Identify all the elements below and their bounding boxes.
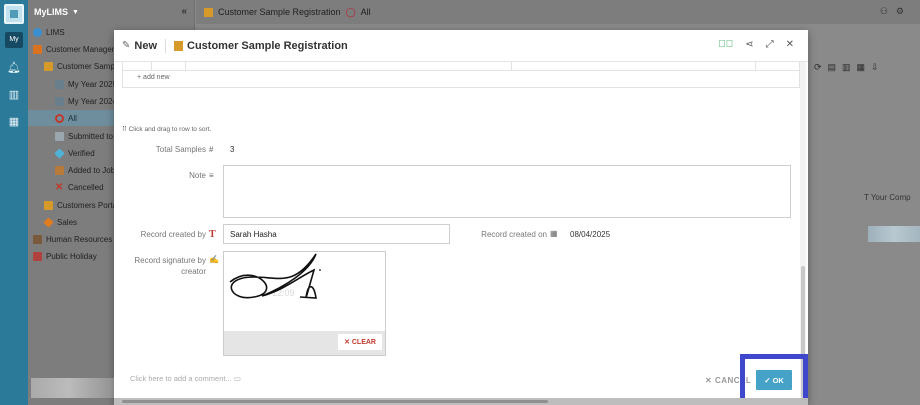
page-title: Customer Sample Registration	[218, 7, 341, 17]
tree-item-customers-portal[interactable]: Customers Portal	[44, 197, 119, 213]
tree-item-my-year-2024[interactable]: My Year 2024	[55, 93, 117, 109]
ring-icon: ◯	[345, 6, 356, 17]
horizontal-scrollbar[interactable]	[114, 398, 808, 405]
grid-line	[511, 62, 512, 70]
tree-item-human-resources[interactable]: Human Resources	[33, 231, 112, 247]
calendar-icon	[55, 79, 64, 89]
chart-icon[interactable]: ▥	[0, 88, 28, 101]
signature-footer: ✕ CLEAR	[224, 331, 385, 355]
background-toolbar: ⟳▤▥▦⇩	[814, 62, 885, 72]
grid-line	[123, 70, 801, 71]
total-samples-label: Total Samples	[155, 145, 206, 154]
badge-icon	[33, 44, 42, 54]
tree-item-customer-sample[interactable]: Customer Sample	[44, 58, 121, 74]
grid-line	[185, 62, 186, 70]
expand-icon[interactable]: ⤢	[766, 39, 774, 50]
check-circle-icon[interactable]: ✓⃝	[718, 39, 733, 50]
grid-line	[151, 62, 152, 70]
app-logo-icon[interactable]	[4, 4, 24, 24]
modal-title: Customer Sample Registration	[187, 39, 348, 52]
signature-label: Record signature by creator	[134, 256, 206, 276]
calendar-icon[interactable]: ▦	[0, 115, 28, 128]
signature-icon: ✍	[209, 255, 219, 264]
blurred-cell	[868, 226, 920, 242]
comment-icon: ▭	[233, 374, 241, 383]
grid-line	[755, 62, 756, 70]
tree-item-cancelled[interactable]: ✕ Cancelled	[55, 179, 104, 195]
tree-header[interactable]: MyLIMS ▼ «	[28, 0, 195, 24]
signature-drawing	[229, 253, 321, 299]
modal-body: + add new ⠿ Click and drag to row to sor…	[114, 62, 808, 405]
x-icon: ✕	[344, 339, 352, 346]
check-icon: ✓	[764, 375, 773, 385]
drag-hint: ⠿ Click and drag to row to sort.	[122, 126, 212, 133]
icon-rail: My 🔔︎ ▥ ▦	[0, 0, 28, 405]
inbox-icon	[55, 165, 64, 175]
text-icon: T	[864, 193, 871, 202]
tree-item-added-to-job[interactable]: Added to Job	[55, 162, 115, 178]
modal-header: ✎ New Customer Sample Registration ✓⃝ ⋖ …	[114, 30, 808, 62]
lines-icon: ≡	[209, 171, 214, 180]
add-new-row-button[interactable]: + add new	[137, 74, 170, 81]
share-icon[interactable]: ⋖	[745, 39, 753, 50]
header-divider	[165, 38, 167, 53]
calendar-icon	[55, 96, 64, 106]
caret-down-icon[interactable]: ▼	[72, 9, 79, 16]
background-column-header: T Your Comp	[864, 193, 911, 202]
total-samples-value: 3	[230, 145, 235, 154]
my-workspace-button[interactable]: My	[5, 32, 23, 48]
edit-icon: ✎	[122, 40, 131, 51]
created-on-label: Record created on	[481, 230, 547, 239]
calendar-icon: ▦	[550, 229, 558, 238]
clipboard-icon	[44, 61, 53, 71]
tree-item-all[interactable]: All	[28, 110, 116, 126]
drag-handle-icon: ⠿	[122, 126, 129, 133]
ok-button[interactable]: ✓ OK	[756, 370, 792, 390]
registration-modal: ✎ New Customer Sample Registration ✓⃝ ⋖ …	[114, 30, 808, 405]
tree-item-sales[interactable]: Sales	[43, 214, 77, 230]
app-name: MyLIMS	[34, 7, 69, 17]
tree-item-my-year-2025[interactable]: My Year 2025	[55, 76, 117, 92]
diamond-icon	[54, 147, 65, 159]
clipboard-icon	[174, 40, 184, 51]
note-textarea[interactable]	[223, 165, 791, 218]
briefcase-icon	[33, 234, 42, 244]
bell-icon[interactable]: 🔔︎	[0, 61, 28, 74]
collapse-panel-icon[interactable]: «	[181, 6, 187, 17]
tag-icon	[43, 216, 54, 228]
x-icon: ✕	[705, 376, 715, 385]
header-actions[interactable]: ⚇⚙	[880, 6, 912, 17]
modal-mode: New	[134, 39, 158, 52]
created-by-label: Record created by	[140, 230, 206, 239]
users-icon	[44, 200, 53, 210]
calendar-icon	[33, 251, 42, 261]
created-on-value: 08/04/2025	[570, 230, 611, 239]
tree-item-submitted[interactable]: Submitted to K	[55, 128, 120, 144]
ring-icon	[55, 113, 64, 123]
document-icon	[55, 131, 64, 141]
page-header: Customer Sample Registration ◯ All ⚇⚙	[196, 0, 920, 24]
text-type-icon: T	[209, 229, 216, 240]
globe-icon	[33, 27, 42, 37]
tree-item-public-holiday[interactable]: Public Holiday	[33, 248, 97, 264]
tree-item-verified[interactable]: Verified	[54, 145, 95, 161]
signature-pad[interactable]: 12:09 ✕ CLEAR	[223, 251, 386, 356]
page-filter: All	[360, 7, 371, 17]
samples-grid: + add new	[122, 62, 801, 88]
hash-icon: #	[209, 145, 214, 154]
created-by-input[interactable]: Sarah Hasha	[223, 224, 450, 244]
horizontal-scroll-thumb[interactable]	[122, 400, 548, 403]
clipboard-icon	[204, 7, 213, 17]
x-icon: ✕	[55, 181, 64, 193]
clear-signature-button[interactable]: ✕ CLEAR	[338, 334, 382, 350]
tree-item-lims[interactable]: LIMS	[33, 24, 65, 40]
close-icon[interactable]: ✕	[786, 39, 794, 50]
add-comment-field[interactable]: Click here to add a comment... ▭	[130, 374, 241, 383]
note-label: Note	[189, 171, 206, 180]
tree-item-customer-management[interactable]: Customer Managem	[33, 41, 118, 57]
